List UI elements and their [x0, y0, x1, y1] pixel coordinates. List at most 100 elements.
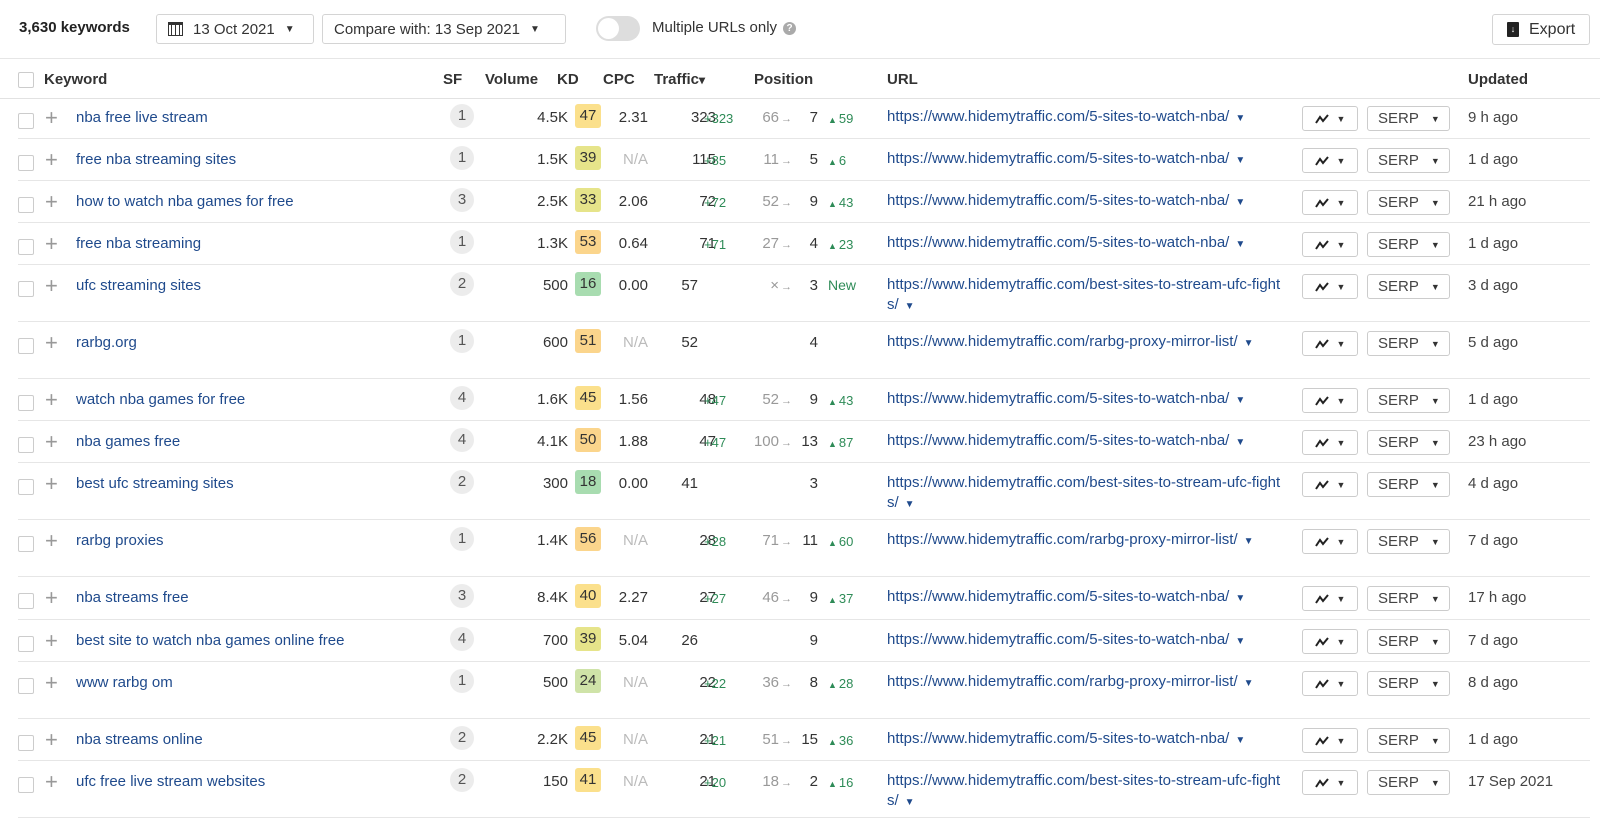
- keyword-link[interactable]: nba streams online: [76, 731, 203, 748]
- serp-features-badge[interactable]: 3: [450, 188, 474, 212]
- position-history-button[interactable]: ▼: [1302, 331, 1358, 356]
- ranking-url[interactable]: https://www.hidemytraffic.com/5-sites-to…: [887, 389, 1287, 411]
- keyword-link[interactable]: free nba streaming: [76, 235, 201, 252]
- row-checkbox[interactable]: [18, 395, 34, 411]
- serp-button[interactable]: SERP ▼: [1367, 106, 1450, 131]
- position-history-button[interactable]: ▼: [1302, 190, 1358, 215]
- serp-features-badge[interactable]: 2: [450, 272, 474, 296]
- position-history-button[interactable]: ▼: [1302, 586, 1358, 611]
- col-keyword[interactable]: Keyword: [44, 71, 107, 88]
- serp-features-badge[interactable]: 4: [450, 627, 474, 651]
- url-dropdown-icon[interactable]: ▼: [1235, 391, 1245, 411]
- url-dropdown-icon[interactable]: ▼: [1235, 109, 1245, 129]
- serp-features-badge[interactable]: 1: [450, 329, 474, 353]
- keyword-link[interactable]: watch nba games for free: [76, 391, 245, 408]
- add-keyword-icon[interactable]: +: [45, 191, 58, 213]
- col-kd[interactable]: KD: [557, 71, 579, 88]
- serp-button[interactable]: SERP ▼: [1367, 190, 1450, 215]
- ranking-url[interactable]: https://www.hidemytraffic.com/5-sites-to…: [887, 587, 1287, 609]
- keyword-link[interactable]: best site to watch nba games online free: [76, 632, 345, 649]
- url-dropdown-icon[interactable]: ▼: [905, 495, 915, 515]
- keyword-link[interactable]: how to watch nba games for free: [76, 193, 294, 210]
- position-history-button[interactable]: ▼: [1302, 728, 1358, 753]
- serp-button[interactable]: SERP ▼: [1367, 472, 1450, 497]
- row-checkbox[interactable]: [18, 281, 34, 297]
- select-all-checkbox[interactable]: [18, 72, 34, 88]
- position-history-button[interactable]: ▼: [1302, 106, 1358, 131]
- serp-features-badge[interactable]: 1: [450, 230, 474, 254]
- position-history-button[interactable]: ▼: [1302, 274, 1358, 299]
- row-checkbox[interactable]: [18, 479, 34, 495]
- ranking-url[interactable]: https://www.hidemytraffic.com/rarbg-prox…: [887, 530, 1287, 552]
- serp-button[interactable]: SERP ▼: [1367, 388, 1450, 413]
- url-dropdown-icon[interactable]: ▼: [1235, 433, 1245, 453]
- add-keyword-icon[interactable]: +: [45, 630, 58, 652]
- serp-button[interactable]: SERP ▼: [1367, 671, 1450, 696]
- add-keyword-icon[interactable]: +: [45, 771, 58, 793]
- ranking-url[interactable]: https://www.hidemytraffic.com/5-sites-to…: [887, 630, 1287, 652]
- row-checkbox[interactable]: [18, 155, 34, 171]
- help-icon[interactable]: ?: [783, 22, 797, 35]
- col-position[interactable]: Position: [754, 71, 813, 88]
- position-history-button[interactable]: ▼: [1302, 472, 1358, 497]
- position-history-button[interactable]: ▼: [1302, 671, 1358, 696]
- serp-button[interactable]: SERP ▼: [1367, 586, 1450, 611]
- keyword-link[interactable]: www rarbg om: [76, 674, 173, 691]
- multiple-urls-toggle[interactable]: [596, 16, 640, 41]
- col-cpc[interactable]: CPC: [603, 71, 635, 88]
- add-keyword-icon[interactable]: +: [45, 672, 58, 694]
- ranking-url[interactable]: https://www.hidemytraffic.com/best-sites…: [887, 771, 1287, 813]
- row-checkbox[interactable]: [18, 636, 34, 652]
- url-dropdown-icon[interactable]: ▼: [1244, 674, 1254, 694]
- serp-button[interactable]: SERP ▼: [1367, 529, 1450, 554]
- row-checkbox[interactable]: [18, 197, 34, 213]
- add-keyword-icon[interactable]: +: [45, 107, 58, 129]
- row-checkbox[interactable]: [18, 678, 34, 694]
- position-history-button[interactable]: ▼: [1302, 388, 1358, 413]
- serp-button[interactable]: SERP ▼: [1367, 430, 1450, 455]
- serp-button[interactable]: SERP ▼: [1367, 629, 1450, 654]
- ranking-url[interactable]: https://www.hidemytraffic.com/5-sites-to…: [887, 191, 1287, 213]
- serp-features-badge[interactable]: 2: [450, 768, 474, 792]
- serp-button[interactable]: SERP ▼: [1367, 148, 1450, 173]
- keyword-link[interactable]: nba games free: [76, 433, 180, 450]
- ranking-url[interactable]: https://www.hidemytraffic.com/5-sites-to…: [887, 107, 1287, 129]
- row-checkbox[interactable]: [18, 593, 34, 609]
- position-history-button[interactable]: ▼: [1302, 232, 1358, 257]
- row-checkbox[interactable]: [18, 113, 34, 129]
- url-dropdown-icon[interactable]: ▼: [1244, 334, 1254, 354]
- col-volume[interactable]: Volume: [485, 71, 538, 88]
- date-picker-button[interactable]: 13 Oct 2021 ▼: [156, 14, 314, 44]
- serp-features-badge[interactable]: 1: [450, 669, 474, 693]
- keyword-link[interactable]: free nba streaming sites: [76, 151, 236, 168]
- position-history-button[interactable]: ▼: [1302, 629, 1358, 654]
- serp-button[interactable]: SERP ▼: [1367, 274, 1450, 299]
- serp-features-badge[interactable]: 1: [450, 527, 474, 551]
- url-dropdown-icon[interactable]: ▼: [1235, 151, 1245, 171]
- url-dropdown-icon[interactable]: ▼: [1244, 532, 1254, 552]
- ranking-url[interactable]: https://www.hidemytraffic.com/rarbg-prox…: [887, 332, 1287, 354]
- add-keyword-icon[interactable]: +: [45, 530, 58, 552]
- keyword-link[interactable]: ufc streaming sites: [76, 277, 201, 294]
- add-keyword-icon[interactable]: +: [45, 149, 58, 171]
- add-keyword-icon[interactable]: +: [45, 473, 58, 495]
- add-keyword-icon[interactable]: +: [45, 389, 58, 411]
- position-history-button[interactable]: ▼: [1302, 430, 1358, 455]
- serp-features-badge[interactable]: 2: [450, 470, 474, 494]
- ranking-url[interactable]: https://www.hidemytraffic.com/best-sites…: [887, 473, 1287, 515]
- url-dropdown-icon[interactable]: ▼: [1235, 589, 1245, 609]
- url-dropdown-icon[interactable]: ▼: [1235, 632, 1245, 652]
- keyword-link[interactable]: ufc free live stream websites: [76, 773, 265, 790]
- serp-features-badge[interactable]: 3: [450, 584, 474, 608]
- ranking-url[interactable]: https://www.hidemytraffic.com/5-sites-to…: [887, 233, 1287, 255]
- row-checkbox[interactable]: [18, 536, 34, 552]
- url-dropdown-icon[interactable]: ▼: [1235, 235, 1245, 255]
- row-checkbox[interactable]: [18, 239, 34, 255]
- add-keyword-icon[interactable]: +: [45, 587, 58, 609]
- ranking-url[interactable]: https://www.hidemytraffic.com/5-sites-to…: [887, 431, 1287, 453]
- add-keyword-icon[interactable]: +: [45, 431, 58, 453]
- url-dropdown-icon[interactable]: ▼: [905, 793, 915, 813]
- col-traffic[interactable]: Traffic▾: [654, 71, 705, 88]
- serp-button[interactable]: SERP ▼: [1367, 232, 1450, 257]
- compare-date-button[interactable]: Compare with: 13 Sep 2021 ▼: [322, 14, 566, 44]
